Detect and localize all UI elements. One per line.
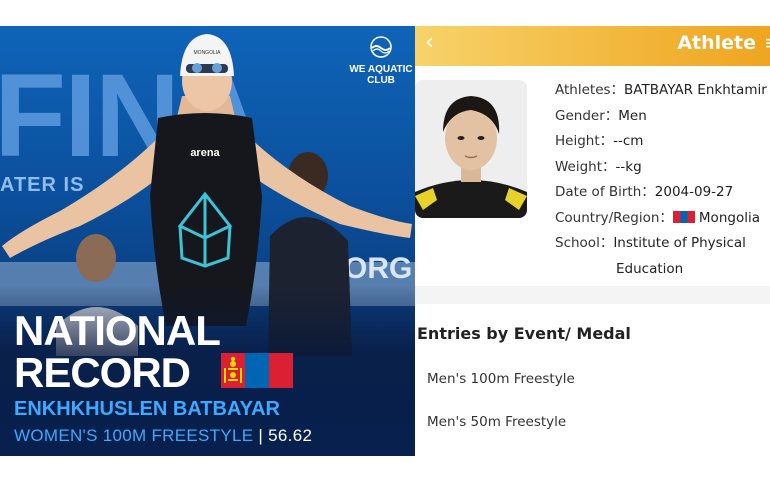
athlete-name-headline: ENKHKHUSLEN BATBAYAR xyxy=(14,398,280,420)
athletes-label: Athletes： xyxy=(555,82,625,98)
athlete-name-row: Athletes： BATBAYAR Enkhtamir xyxy=(555,78,770,104)
athlete-profile-panel: ‹ Athlete ≡ Athletes：BATBAYAR Enkhtamir … xyxy=(415,26,770,456)
country-row: Country/Region： Mongolia xyxy=(555,206,770,232)
school-row-continued: Education xyxy=(555,257,770,283)
entries-section: Entries by Event/ Medal Men's 100m Frees… xyxy=(415,304,770,456)
club-name-line1: WE AQUATIC xyxy=(349,64,413,75)
more-menu-icon[interactable]: ≡ xyxy=(764,32,770,54)
page-title: Athlete xyxy=(677,32,756,54)
club-name-line2: CLUB xyxy=(367,75,395,86)
athlete-avatar xyxy=(415,80,527,218)
list-item[interactable]: Men's 50m Freestyle xyxy=(427,414,566,430)
mongolia-small-flag-icon xyxy=(672,210,695,223)
event-name: WOMEN'S 100M FREESTYLE xyxy=(14,426,254,445)
cap-text: MONGOLIA xyxy=(194,50,222,56)
school-value-line1: Institute of Physical xyxy=(613,235,746,251)
we-aquatic-club-logo: WE AQUATIC CLUB xyxy=(346,36,415,86)
gender-row: Gender： Men xyxy=(555,104,770,130)
gender-label: Gender： xyxy=(555,107,619,124)
country-value-wrap: Mongolia xyxy=(672,206,760,232)
country-value: Mongolia xyxy=(698,209,760,226)
athlete-details: Athletes： BATBAYAR Enkhtamir Gender： Men H… xyxy=(555,78,770,282)
weight-row: Weight： --kg xyxy=(555,155,770,181)
app-header: ‹ Athlete ≡ xyxy=(415,26,770,66)
record-time: 56.62 xyxy=(268,426,313,445)
school-label: School： xyxy=(555,235,614,251)
back-chevron-icon[interactable]: ‹ xyxy=(425,30,434,55)
dob-label: Date of Birth： xyxy=(555,184,655,200)
headline-national: NATIONAL xyxy=(14,307,221,354)
height-row: Height： --cm xyxy=(555,129,770,155)
athletes-value: BATBAYAR Enkhtamir xyxy=(624,82,767,98)
event-and-time: WOMEN'S 100M FREESTYLE | 56.62 xyxy=(14,426,312,446)
height-value: --cm xyxy=(613,133,644,149)
country-label: Country/Region： xyxy=(555,209,673,226)
record-poster: FINA ATER IS ORG arena MONGOLIA WE AQUAT… xyxy=(0,26,415,456)
list-item[interactable]: Men's 100m Freestyle xyxy=(427,371,575,387)
mongolia-flag-icon xyxy=(221,353,293,388)
separator: | xyxy=(253,426,269,445)
gender-value: Men xyxy=(618,107,647,124)
athlete-info-card: Athletes： BATBAYAR Enkhtamir Gender： Men H… xyxy=(415,66,770,286)
school-row: School： Institute of Physical xyxy=(555,231,770,257)
height-label: Height： xyxy=(555,133,614,149)
dob-value: 2004-09-27 xyxy=(654,184,734,200)
school-value-line2: Education xyxy=(616,260,684,277)
weight-label: Weight： xyxy=(555,158,616,175)
entries-heading: Entries by Event/ Medal xyxy=(417,324,631,343)
suit-brand-text: arena xyxy=(190,147,220,159)
wave-logo-icon xyxy=(370,36,392,58)
dob-row: Date of Birth： 2004-09-27 xyxy=(555,180,770,206)
headline-record: RECORD xyxy=(14,349,191,396)
weight-value: --kg xyxy=(615,158,642,175)
